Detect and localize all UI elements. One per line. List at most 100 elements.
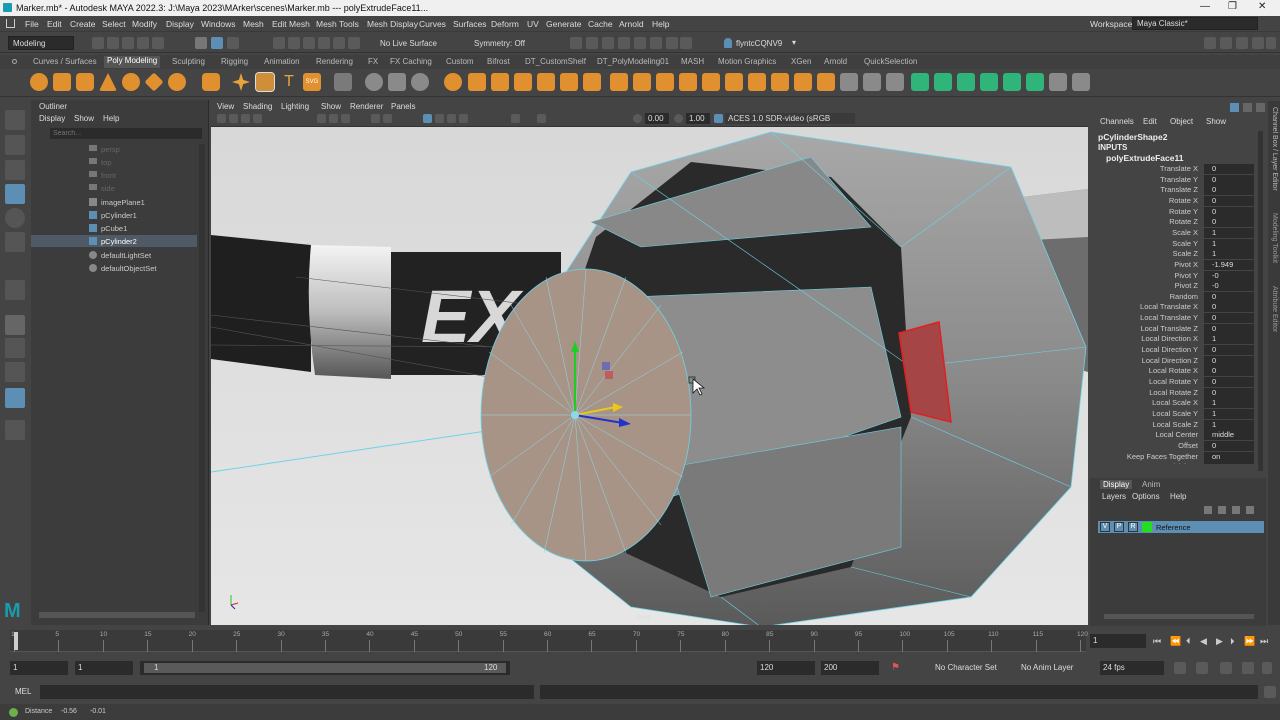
select-tool-icon[interactable]: [5, 110, 25, 130]
channel-name[interactable]: Random: [1170, 292, 1198, 301]
play-forwards-icon[interactable]: ▶: [1216, 636, 1223, 647]
target-weld-icon[interactable]: [702, 73, 720, 91]
undo-icon[interactable]: [137, 37, 149, 49]
auto-key-icon[interactable]: ⚑: [891, 662, 901, 673]
channel-name[interactable]: Local Rotate X: [1149, 366, 1198, 375]
outliner-item-top[interactable]: top: [101, 158, 111, 167]
channel-value-field[interactable]: 0: [1204, 206, 1254, 217]
channel-row[interactable]: Scale Y 1: [1090, 238, 1260, 250]
scale-tool-icon[interactable]: [5, 232, 25, 252]
pipe-primitive-icon[interactable]: [957, 73, 975, 91]
tab-display-layers[interactable]: Display: [1100, 480, 1133, 489]
channel-name[interactable]: Pivot X: [1174, 260, 1198, 269]
shelf-options-icon[interactable]: [12, 59, 17, 64]
tab-anim-layers[interactable]: Anim: [1142, 480, 1160, 489]
channel-row[interactable]: Rotate Y 0: [1090, 206, 1260, 218]
channel-row[interactable]: Local Rotate Z 0: [1090, 387, 1260, 399]
offset-edge-loop-icon[interactable]: [656, 73, 674, 91]
tab-motion-graphics[interactable]: Motion Graphics: [718, 57, 776, 66]
channel-name[interactable]: Pivot Z: [1175, 281, 1198, 290]
menu-mesh[interactable]: Mesh: [243, 19, 264, 29]
tab-animation[interactable]: Animation: [264, 57, 300, 66]
user-dropdown-arrow[interactable]: ▾: [792, 38, 796, 47]
maximize-button[interactable]: ❐: [1228, 1, 1237, 12]
sweep-mesh-icon[interactable]: [255, 72, 275, 92]
loop-icon[interactable]: [1174, 662, 1186, 674]
channel-value-field[interactable]: middle: [1204, 430, 1254, 441]
camera-attributes-icon[interactable]: [229, 114, 238, 123]
goto-end-icon[interactable]: ⏭: [1260, 636, 1268, 647]
sidetab-attribute-editor[interactable]: Attribute Editor: [1271, 286, 1278, 332]
outliner-vertical-scrollbar[interactable]: [199, 144, 205, 612]
close-button[interactable]: ✕: [1258, 1, 1266, 12]
arnold-render-icon[interactable]: [650, 37, 662, 49]
channel-value-field[interactable]: 0: [1204, 387, 1254, 398]
layer-horizontal-scrollbar[interactable]: [1104, 614, 1254, 619]
outliner-item-pcube1[interactable]: pCube1: [101, 224, 127, 233]
type-tool-icon[interactable]: T: [280, 73, 298, 91]
channel-name[interactable]: Local Center: [1155, 430, 1198, 439]
channel-row[interactable]: Local Direction X 1: [1090, 334, 1260, 345]
snap-view-icon[interactable]: [318, 37, 330, 49]
image-plane-toggle-icon[interactable]: [253, 114, 262, 123]
film-gate-icon[interactable]: [329, 114, 338, 123]
render-settings-icon[interactable]: [618, 37, 630, 49]
channel-name[interactable]: Scale X: [1172, 228, 1198, 237]
channel-value-field[interactable]: 1: [1204, 408, 1254, 419]
bridge-icon[interactable]: [491, 73, 509, 91]
home-icon[interactable]: [6, 19, 15, 28]
separate-icon[interactable]: [388, 73, 406, 91]
menu-mesh-display[interactable]: Mesh Display: [367, 19, 418, 29]
paint-select-icon[interactable]: [5, 160, 25, 180]
time-ruler[interactable]: 1 5 10 15 20 25 30 35 40 45 50 55 60 65 70 75 80 85 90 95 10…: [10, 630, 1088, 652]
channel-name[interactable]: Translate X: [1160, 164, 1198, 173]
tab-bifrost[interactable]: Bifrost: [487, 57, 510, 66]
menu-arnold[interactable]: Arnold: [619, 19, 644, 29]
channel-row[interactable]: Translate Z 0: [1090, 185, 1260, 196]
poly-cube-icon[interactable]: [53, 73, 71, 91]
wireframe-icon[interactable]: [371, 114, 380, 123]
rotate-tool-icon[interactable]: [5, 208, 25, 228]
tab-fx[interactable]: FX: [368, 57, 378, 66]
smooth-shade-icon[interactable]: [383, 114, 392, 123]
outliner-item-side[interactable]: side: [101, 184, 115, 193]
channel-name[interactable]: Rotate Y: [1169, 207, 1198, 216]
move-layer-up-icon[interactable]: [1204, 506, 1212, 514]
playback-speed-icon[interactable]: [1220, 662, 1232, 674]
four-view-layout-icon[interactable]: [5, 338, 25, 358]
channel-row[interactable]: Local Rotate X 0: [1090, 366, 1260, 377]
playback-start-field[interactable]: 1: [75, 661, 133, 675]
layer-color-swatch[interactable]: [1142, 522, 1152, 532]
channel-name[interactable]: Pivot Y: [1174, 271, 1198, 280]
outliner-item-defaultlightset[interactable]: defaultLightSet: [101, 251, 151, 260]
animation-preferences-icon[interactable]: [1242, 662, 1254, 674]
attribute-editor-icon[interactable]: [1236, 37, 1248, 49]
channel-value-field[interactable]: 1: [1204, 334, 1254, 345]
outliner-menu-display[interactable]: Display: [39, 114, 65, 123]
channel-row[interactable]: Local Center middle: [1090, 430, 1260, 441]
channel-value-field[interactable]: 1: [1204, 419, 1254, 430]
spin-edge-icon[interactable]: [886, 73, 904, 91]
tab-curves-surfaces[interactable]: Curves / Surfaces: [33, 57, 97, 66]
channel-row[interactable]: Local Rotate Y 0: [1090, 377, 1260, 388]
fps-dropdown[interactable]: 24 fps: [1100, 661, 1164, 675]
poly-disc-icon[interactable]: [168, 73, 186, 91]
zoom-icon[interactable]: [5, 420, 25, 440]
new-scene-icon[interactable]: [92, 37, 104, 49]
channel-name[interactable]: Local Rotate Y: [1149, 377, 1198, 386]
tab-dt-customshelf[interactable]: DT_CustomShelf: [525, 57, 586, 66]
tab-rendering[interactable]: Rendering: [316, 57, 353, 66]
bookmark-icon[interactable]: [241, 114, 250, 123]
channel-value-field[interactable]: 1: [1204, 227, 1254, 238]
menu-modify[interactable]: Modify: [132, 19, 157, 29]
channel-name[interactable]: Offset: [1178, 441, 1198, 450]
collapse-icon[interactable]: [679, 73, 697, 91]
extract-icon[interactable]: [748, 73, 766, 91]
pyramid-primitive-icon[interactable]: [1049, 73, 1067, 91]
scene-end-field[interactable]: 200: [821, 661, 879, 675]
channel-name[interactable]: Local Translate Y: [1140, 313, 1198, 322]
channel-row[interactable]: Offset 0: [1090, 440, 1260, 452]
menu-curves[interactable]: Curves: [419, 19, 446, 29]
channel-value-field[interactable]: 0: [1204, 291, 1254, 302]
insert-edge-loop-icon[interactable]: [633, 73, 651, 91]
